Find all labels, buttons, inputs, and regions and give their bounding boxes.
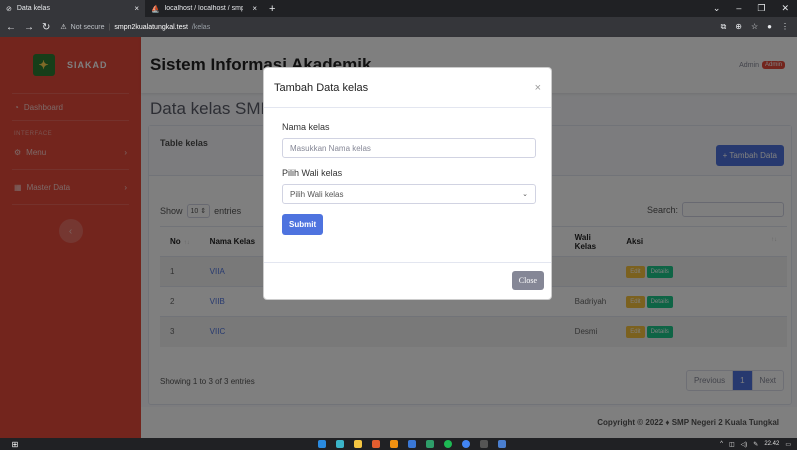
phpmyadmin-icon: ⛵ (151, 5, 160, 13)
nav-buttons: ← → ↻ (0, 22, 56, 33)
bookmark-star-icon[interactable]: ☆ (751, 22, 758, 32)
wali-kelas-select[interactable]: Pilih Wali kelas ⌄ (282, 184, 536, 204)
tambah-kelas-modal: Tambah Data kelas × Nama kelas Masukkan … (263, 67, 552, 300)
modal-footer: Close (264, 262, 551, 300)
select-value: Pilih Wali kelas (290, 189, 344, 199)
share-icon[interactable]: ⊕ (735, 22, 742, 32)
minimize-icon[interactable]: – (736, 3, 741, 14)
close-icon[interactable]: × (535, 82, 541, 94)
close-button[interactable]: Close (511, 271, 544, 290)
modal-header: Tambah Data kelas × (264, 68, 551, 108)
windows-start-icon[interactable]: ⊞ (0, 440, 30, 449)
profile-icon[interactable]: ● (767, 22, 772, 32)
url-host: smpn2kualatungkal.test (114, 23, 188, 31)
vscode-icon[interactable] (318, 440, 326, 448)
chrome-icon[interactable] (462, 440, 470, 448)
notification-icon[interactable]: ▭ (785, 441, 791, 448)
tray-chevron-icon[interactable]: ^ (720, 441, 723, 447)
back-icon[interactable]: ← (6, 22, 16, 33)
pen-icon[interactable]: ✎ (753, 441, 758, 448)
edge-icon[interactable] (336, 440, 344, 448)
browser-tab-bar: ⊘ Data kelas × ⛵ localhost / localhost /… (0, 0, 797, 17)
wali-kelas-label: Pilih Wali kelas (282, 168, 343, 178)
tab-search-icon[interactable]: ⌄ (713, 3, 721, 14)
nama-kelas-label: Nama kelas (282, 122, 330, 132)
tab-localhost[interactable]: ⛵ localhost / localhost / smp2kuala × (145, 0, 263, 17)
tab-close-icon[interactable]: × (134, 4, 139, 13)
tab-close-icon[interactable]: × (252, 4, 257, 13)
submit-button[interactable]: Submit (282, 214, 324, 235)
system-tray: ^ ◫ ◁) ✎ 22.42 ▭ (720, 441, 797, 448)
terminal-icon[interactable] (480, 440, 488, 448)
app-icon[interactable] (498, 440, 506, 448)
forward-icon[interactable]: → (24, 22, 34, 33)
not-secure-label: Not secure (70, 23, 105, 31)
reload-icon[interactable]: ↻ (42, 22, 50, 33)
app-icon[interactable] (408, 440, 416, 448)
window-controls: ⌄ – ❐ ✕ (713, 3, 797, 14)
restore-icon[interactable]: ❐ (757, 3, 765, 14)
windows-taskbar: ⊞ ^ ◫ ◁) ✎ 22.42 ▭ (0, 438, 797, 450)
close-window-icon[interactable]: ✕ (781, 3, 789, 14)
chevron-down-icon: ⌄ (522, 191, 528, 198)
modal-body: Nama kelas Masukkan Nama kelas Pilih Wal… (264, 108, 551, 249)
app-icon[interactable] (390, 440, 398, 448)
modal-title: Tambah Data kelas (274, 81, 369, 94)
tab-label: localhost / localhost / smp2kuala (164, 5, 243, 12)
url-field[interactable]: ⚠ Not secure | smpn2kualatungkal.test/ke… (60, 23, 211, 32)
clock[interactable]: 22.42 (764, 441, 779, 447)
new-tab-button[interactable]: + (263, 3, 281, 15)
warning-icon: ⚠ (60, 24, 67, 31)
spotify-icon[interactable] (444, 440, 452, 448)
tab-label: Data kelas (16, 5, 50, 12)
url-path: /kelas (191, 23, 211, 31)
translate-icon[interactable]: ⧉ (721, 22, 727, 32)
file-explorer-icon[interactable] (354, 440, 362, 448)
app-icon[interactable] (372, 440, 380, 448)
tab-data-kelas[interactable]: ⊘ Data kelas × (0, 0, 145, 17)
network-icon[interactable]: ◫ (729, 441, 735, 448)
input-placeholder: Masukkan Nama kelas (290, 143, 371, 153)
globe-icon: ⊘ (6, 5, 12, 13)
app-icon[interactable] (426, 440, 434, 448)
menu-dots-icon[interactable]: ⋮ (781, 22, 789, 32)
nama-kelas-input[interactable]: Masukkan Nama kelas (282, 138, 536, 158)
browser-toolbar-icons: ⧉ ⊕ ☆ ● ⋮ (721, 22, 797, 32)
taskbar-apps (318, 440, 506, 448)
address-bar-row: ← → ↻ ⚠ Not secure | smpn2kualatungkal.t… (0, 17, 797, 37)
volume-icon[interactable]: ◁) (741, 441, 748, 448)
